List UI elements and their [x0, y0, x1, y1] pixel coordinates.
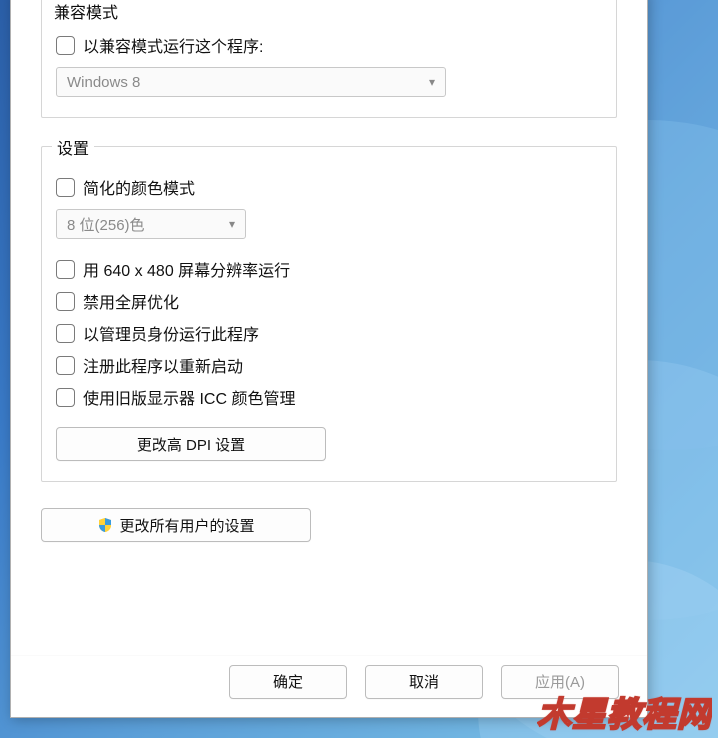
cancel-label: 取消 — [409, 671, 439, 692]
legacy-icc-checkbox[interactable] — [56, 388, 75, 407]
legacy-icc-row: 使用旧版显示器 ICC 颜色管理 — [56, 385, 602, 409]
reduced-color-label: 简化的颜色模式 — [83, 175, 195, 199]
change-dpi-button[interactable]: 更改高 DPI 设置 — [56, 427, 326, 461]
compat-os-select[interactable]: Windows 8 ▾ — [56, 67, 446, 97]
register-restart-label: 注册此程序以重新启动 — [83, 353, 243, 377]
chevron-down-icon: ▾ — [429, 75, 435, 89]
shield-icon — [97, 517, 113, 533]
reduced-color-row: 简化的颜色模式 — [56, 175, 602, 199]
disable-fullscreen-row: 禁用全屏优化 — [56, 289, 602, 313]
change-all-users-label: 更改所有用户的设置 — [119, 515, 254, 536]
compat-run-label: 以兼容模式运行这个程序: — [83, 33, 263, 57]
color-mode-select[interactable]: 8 位(256)色 ▾ — [56, 209, 246, 239]
cancel-button[interactable]: 取消 — [365, 665, 483, 699]
compat-run-checkbox[interactable] — [56, 36, 75, 55]
disable-fullscreen-checkbox[interactable] — [56, 292, 75, 311]
change-dpi-label: 更改高 DPI 设置 — [137, 434, 245, 455]
compat-mode-group: 兼容模式 以兼容模式运行这个程序: Windows 8 ▾ — [41, 0, 617, 118]
settings-group: 设置 简化的颜色模式 8 位(256)色 ▾ 用 640 x 480 屏幕分辨率… — [41, 146, 617, 482]
reduced-color-checkbox[interactable] — [56, 178, 75, 197]
run-as-admin-label: 以管理员身份运行此程序 — [83, 321, 259, 345]
low-res-row: 用 640 x 480 屏幕分辨率运行 — [56, 257, 602, 281]
apply-button[interactable]: 应用(A) — [501, 665, 619, 699]
apply-label: 应用(A) — [535, 671, 585, 692]
settings-legend: 设置 — [52, 135, 94, 159]
chevron-down-icon: ▾ — [229, 217, 235, 231]
compat-legend: 兼容模式 — [54, 0, 600, 23]
run-as-admin-row: 以管理员身份运行此程序 — [56, 321, 602, 345]
low-res-label: 用 640 x 480 屏幕分辨率运行 — [83, 257, 290, 281]
dialog-footer: 确定 取消 应用(A) — [11, 655, 647, 717]
disable-fullscreen-label: 禁用全屏优化 — [83, 289, 179, 313]
change-all-users-button[interactable]: 更改所有用户的设置 — [41, 508, 311, 542]
low-res-checkbox[interactable] — [56, 260, 75, 279]
ok-label: 确定 — [273, 671, 303, 692]
dialog-body: 兼容模式 以兼容模式运行这个程序: Windows 8 ▾ 设置 简化的颜色模式… — [11, 0, 647, 655]
color-mode-selected: 8 位(256)色 — [67, 214, 145, 235]
legacy-icc-label: 使用旧版显示器 ICC 颜色管理 — [83, 385, 295, 409]
run-as-admin-checkbox[interactable] — [56, 324, 75, 343]
compat-os-selected: Windows 8 — [67, 74, 140, 91]
register-restart-row: 注册此程序以重新启动 — [56, 353, 602, 377]
properties-dialog: 兼容模式 以兼容模式运行这个程序: Windows 8 ▾ 设置 简化的颜色模式… — [10, 0, 648, 718]
register-restart-checkbox[interactable] — [56, 356, 75, 375]
compat-run-row: 以兼容模式运行这个程序: — [56, 33, 602, 57]
ok-button[interactable]: 确定 — [229, 665, 347, 699]
